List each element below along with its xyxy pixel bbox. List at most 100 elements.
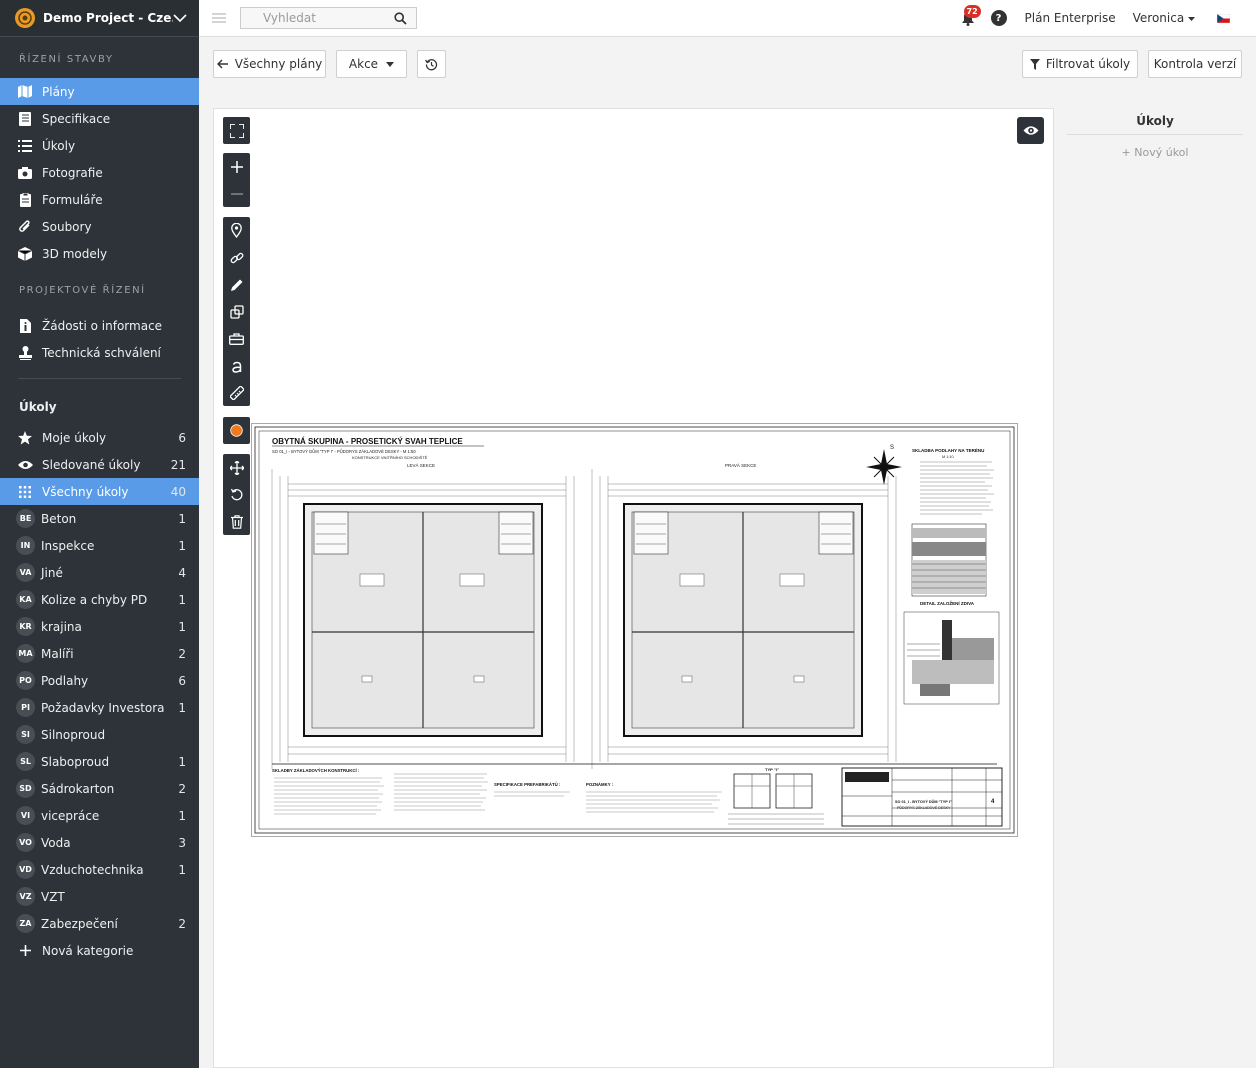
new-task-button[interactable]: + Nový úkol xyxy=(1067,146,1243,159)
section-construction: ŘÍZENÍ STAVBY xyxy=(19,54,114,65)
project-switcher[interactable]: Demo Project - Cze... xyxy=(0,0,199,37)
zoom-out-button[interactable] xyxy=(223,180,250,207)
language-flag-icon[interactable] xyxy=(1217,13,1230,23)
fullscreen-button[interactable] xyxy=(223,117,250,144)
pin-tool-button[interactable] xyxy=(223,217,250,244)
sidebar-item-photos[interactable]: Fotografie xyxy=(0,159,199,186)
color-picker-button[interactable] xyxy=(223,417,250,444)
text-tool-button[interactable] xyxy=(223,352,250,379)
sidebar-item-label: Soubory xyxy=(42,219,92,234)
visibility-toggle-button[interactable] xyxy=(1017,117,1044,144)
sidebar-item-category[interactable]: KR krajina 1 xyxy=(0,613,199,640)
actions-label: Akce xyxy=(348,57,379,71)
notifications-button[interactable]: 72 xyxy=(955,5,981,31)
sidebar-item-my-tasks[interactable]: Moje úkoly 6 xyxy=(0,424,199,451)
move-tool-button[interactable] xyxy=(223,454,250,481)
task-count: 2 xyxy=(178,781,186,796)
sidebar-item-category[interactable]: VA Jiné 4 xyxy=(0,559,199,586)
stamp-subtitle: PŮDORYS ZÁKLADOVÉ DESKY xyxy=(897,805,951,810)
help-button[interactable]: ? xyxy=(990,10,1007,26)
task-count: 2 xyxy=(178,916,186,931)
trash-icon xyxy=(230,514,243,529)
task-count: 1 xyxy=(178,700,186,715)
zoom-tool-group xyxy=(223,153,250,207)
actions-dropdown[interactable]: Akce xyxy=(336,50,407,78)
title-block: SO 01_I - BYTOVÝ DŮM "TYP I" PŮDORYS ZÁK… xyxy=(841,767,1003,827)
search-input[interactable] xyxy=(263,11,383,25)
expand-icon xyxy=(229,123,244,138)
sidebar-item-category[interactable]: VI vicepráce 1 xyxy=(0,802,199,829)
category-badge: VI xyxy=(16,806,35,825)
sidebar-item-tasks[interactable]: Úkoly xyxy=(0,132,199,159)
task-count: 1 xyxy=(178,754,186,769)
notification-count-badge: 72 xyxy=(963,5,981,18)
rotate-tool-button[interactable] xyxy=(223,481,250,508)
sidebar-item-label: Technická schválení xyxy=(42,345,161,360)
notes-lines xyxy=(274,773,722,815)
version-check-button[interactable]: Kontrola verzí xyxy=(1148,50,1242,78)
sidebar-item-label: 3D modely xyxy=(42,246,108,261)
search-box xyxy=(240,7,417,29)
grid-icon xyxy=(16,484,34,500)
drawing-title: OBYTNÁ SKUPINA - PROSETICKÝ SVAH TEPLICE xyxy=(272,437,463,446)
sidebar-item-watched-tasks[interactable]: Sledované úkoly 21 xyxy=(0,451,199,478)
sidebar-item-approvals[interactable]: Technická schválení xyxy=(0,339,199,366)
prefab-title: SPECIFIKACE PREFABRIKÁTŮ : xyxy=(494,782,561,787)
camera-icon xyxy=(16,165,34,181)
color-dot-icon xyxy=(230,424,243,437)
sidebar-item-category[interactable]: SL Slaboproud 1 xyxy=(0,748,199,775)
sidebar-item-3d-models[interactable]: 3D modely xyxy=(0,240,199,267)
sidebar-item-category[interactable]: PI Požadavky Investora 1 xyxy=(0,694,199,721)
sidebar-item-category[interactable]: SI Silnoproud xyxy=(0,721,199,748)
measure-tool-button[interactable] xyxy=(223,379,250,406)
top-right-controls: 72 ? Plán Enterprise Veronica xyxy=(955,0,1256,37)
sidebar-item-category[interactable]: SD Sádrokarton 2 xyxy=(0,775,199,802)
sidebar-item-specifications[interactable]: Specifikace xyxy=(0,105,199,132)
delete-tool-button[interactable] xyxy=(223,508,250,535)
sidebar-item-category[interactable]: VZ VZT xyxy=(0,883,199,910)
sidebar-item-all-tasks[interactable]: Všechny úkoly 40 xyxy=(0,478,199,505)
filter-tasks-button[interactable]: Filtrovat úkoly xyxy=(1022,50,1138,78)
sidebar-item-label: Moje úkoly xyxy=(42,430,107,445)
task-count: 6 xyxy=(178,673,186,688)
link-tool-button[interactable] xyxy=(223,244,250,271)
sidebar-item-rfi[interactable]: Žádosti o informace xyxy=(0,312,199,339)
all-plans-button[interactable]: Všechny plány xyxy=(213,50,326,78)
new-category-button[interactable]: Nová kategorie xyxy=(0,937,199,964)
sidebar-item-category[interactable]: IN Inspekce 1 xyxy=(0,532,199,559)
sidebar-item-category[interactable]: KA Kolize a chyby PD 1 xyxy=(0,586,199,613)
task-count: 21 xyxy=(170,457,186,472)
sidebar-item-plans[interactable]: Plány xyxy=(0,78,199,105)
sidebar-item-category[interactable]: ZA Zabezpečení 2 xyxy=(0,910,199,937)
category-badge: VA xyxy=(16,563,35,582)
toolbox-tool-button[interactable] xyxy=(223,325,250,352)
search-icon[interactable] xyxy=(394,12,407,25)
category-label: Silnoproud xyxy=(41,727,106,742)
floor-layers-section xyxy=(911,523,987,597)
drawing-subtitle: SO 01_I - BYTOVÝ DŮM "TYP I" - PŮDORYS Z… xyxy=(272,449,416,454)
sidebar-item-category[interactable]: BE Beton 1 xyxy=(0,505,199,532)
user-menu[interactable]: Veronica xyxy=(1133,11,1195,25)
sidebar-item-files[interactable]: Soubory xyxy=(0,213,199,240)
sidebar-item-category[interactable]: MA Malíři 2 xyxy=(0,640,199,667)
sidebar-item-category[interactable]: VO Voda 3 xyxy=(0,829,199,856)
hamburger-menu-button[interactable] xyxy=(199,0,239,37)
sidebar-item-category[interactable]: VD Vzduchotechnika 1 xyxy=(0,856,199,883)
chevron-down-icon[interactable] xyxy=(173,13,187,23)
sidebar-item-category[interactable]: PO Podlahy 6 xyxy=(0,667,199,694)
history-button[interactable] xyxy=(417,50,446,78)
north-arrow-icon: S xyxy=(866,445,902,485)
task-count: 1 xyxy=(178,619,186,634)
plan-link[interactable]: Plán Enterprise xyxy=(1025,11,1116,25)
plan-drawing[interactable]: OBYTNÁ SKUPINA - PROSETICKÝ SVAH TEPLICE… xyxy=(251,423,1018,837)
pen-tool-button[interactable] xyxy=(223,271,250,298)
category-label: Podlahy xyxy=(41,673,89,688)
tasks-panel: Úkoly + Nový úkol xyxy=(1054,108,1256,1068)
shape-tool-button[interactable] xyxy=(223,298,250,325)
user-name: Veronica xyxy=(1132,11,1185,25)
category-badge: MA xyxy=(16,644,35,663)
fullscreen-tool-group xyxy=(223,117,250,144)
plus-icon xyxy=(16,943,34,959)
sidebar-item-forms[interactable]: Formuláře xyxy=(0,186,199,213)
zoom-in-button[interactable] xyxy=(223,153,250,180)
